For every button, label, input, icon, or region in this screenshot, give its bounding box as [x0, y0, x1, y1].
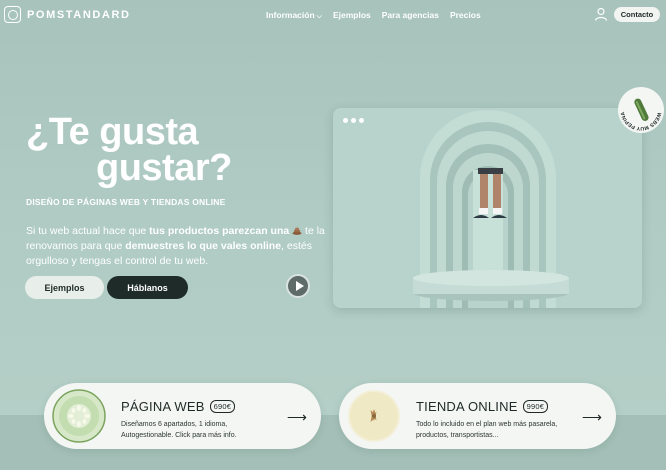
poo-emoji-icon: [292, 226, 302, 235]
web-plan-desc: Diseñamos 6 apartados, 1 idioma, Autoges…: [121, 421, 237, 439]
cucumber-slice-image: [52, 389, 106, 443]
cucumber-badge: WEBS MUY PEPINAS: [617, 86, 664, 133]
apple-slice-image: [348, 390, 400, 442]
window-dots: [343, 118, 364, 123]
play-icon[interactable]: [286, 274, 310, 298]
shop-plan-card[interactable]: TIENDA ONLINE 990€ Todo lo incluido en e…: [339, 383, 616, 449]
logo[interactable]: POMSTANDARD: [4, 6, 131, 23]
shop-plan-title: TIENDA ONLINE 990€: [416, 399, 549, 414]
talk-button[interactable]: Háblanos: [107, 276, 188, 299]
logo-icon: [4, 6, 21, 23]
logo-text: POMSTANDARD: [27, 8, 131, 21]
hero-video[interactable]: [333, 108, 642, 308]
nav-link-informacion[interactable]: Información ⌵: [266, 10, 322, 21]
nav-link-agencias[interactable]: Para agencias: [382, 10, 439, 21]
nav-link-precios[interactable]: Precios: [450, 10, 481, 21]
contact-button[interactable]: Contacto: [614, 7, 660, 22]
arches-illustration: [333, 108, 642, 308]
web-plan-title-text: PÁGINA WEB: [121, 399, 205, 414]
hero-subtitle: DISEÑO DE PÁGINAS WEB Y TIENDAS ONLINE: [26, 197, 226, 207]
top-nav: POMSTANDARD Información ⌵ Ejemplos Para a…: [0, 0, 666, 30]
nav-link-informacion-label: Información: [266, 10, 315, 20]
hero-desc-bold1: tus productos parezcan una: [149, 225, 290, 237]
shop-plan-price: 990€: [522, 400, 549, 413]
user-icon[interactable]: [594, 7, 608, 21]
arrow-right-icon[interactable]: ⟶: [582, 409, 602, 426]
chevron-down-icon: ⌵: [316, 13, 322, 20]
arrow-right-icon[interactable]: ⟶: [287, 409, 307, 426]
shop-plan-desc: Todo lo incluido en el plan web más pasa…: [416, 421, 558, 439]
nav-link-ejemplos[interactable]: Ejemplos: [333, 10, 371, 21]
nav-links: Información ⌵ Ejemplos Para agencias Prec…: [266, 10, 481, 21]
web-plan-price: 690€: [209, 400, 236, 413]
shop-plan-title-text: TIENDA ONLINE: [416, 399, 518, 414]
hero-desc-bold2: demuestres lo que vales online: [125, 240, 282, 252]
web-plan-card[interactable]: PÁGINA WEB 690€ Diseñamos 6 apartados, 1…: [44, 383, 321, 449]
hero-title: ¿Te gusta gustar?: [26, 113, 232, 189]
examples-button[interactable]: Ejemplos: [25, 276, 104, 299]
hero-desc-part1: Si tu web actual hace que: [26, 225, 150, 237]
web-plan-title: PÁGINA WEB 690€: [121, 399, 236, 414]
hero-title-line2: gustar?: [96, 147, 232, 189]
hero-description: Si tu web actual hace que tus productos …: [26, 224, 326, 269]
